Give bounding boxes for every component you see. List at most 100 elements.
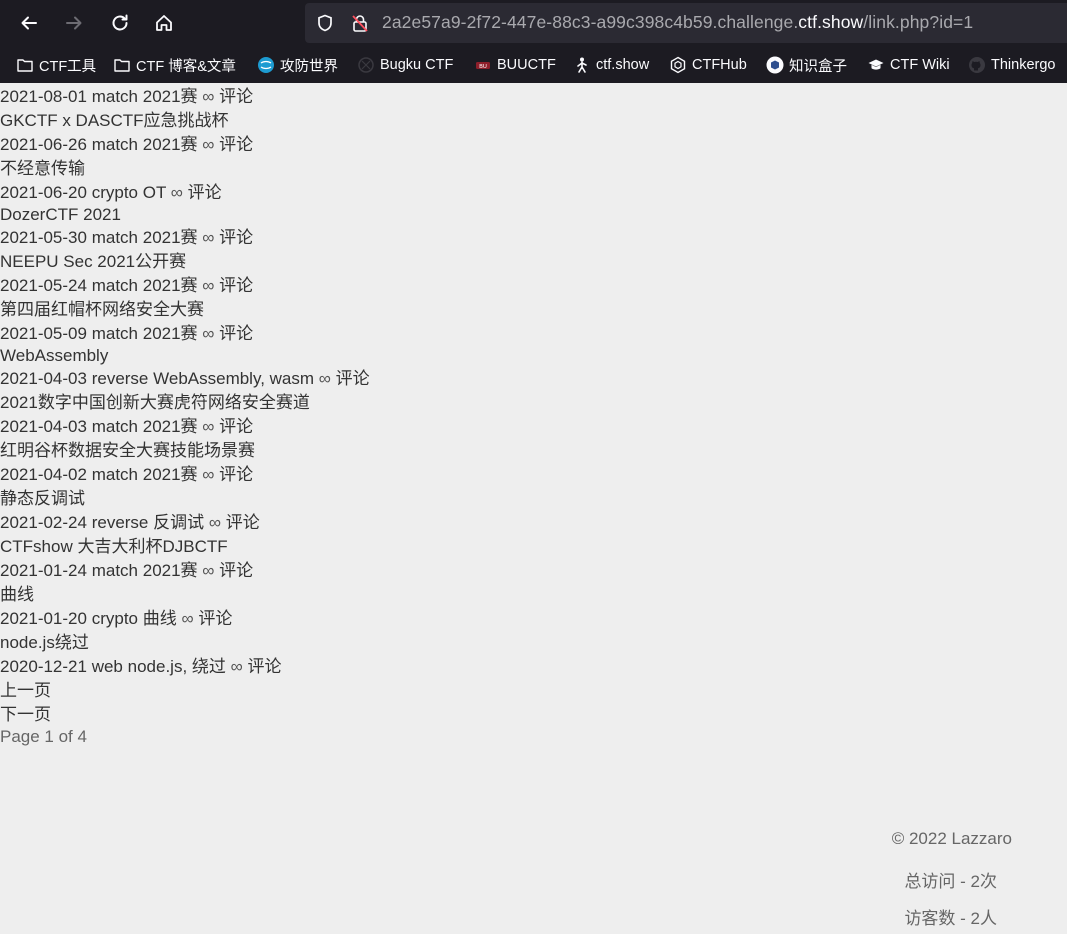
post-tag-link[interactable]: 2021赛 <box>143 561 198 580</box>
comment-link[interactable]: 评论 <box>219 561 253 580</box>
bookmark-ctfhub[interactable]: CTFHub <box>669 54 747 76</box>
home-icon <box>156 15 172 31</box>
post-meta: 2020-12-21 web node.js, 绕过 ∞ 评论 <box>0 655 281 679</box>
infinity-symbol: ∞ <box>202 228 215 247</box>
next-page-link[interactable]: 下一页 <box>0 703 51 727</box>
comment-link[interactable]: 评论 <box>219 87 253 106</box>
bookmark-buuctf[interactable]: BU BUUCTF <box>474 54 556 76</box>
post-title-link[interactable]: 2021数字中国创新大赛虎符网络安全赛道 <box>0 391 310 415</box>
address-bar[interactable]: 2a2e57a9-2f72-447e-88c3-a99c398c4b59.cha… <box>305 3 1067 43</box>
post-category-link[interactable]: match <box>92 417 138 436</box>
post-meta: 2021-06-20 crypto OT ∞ 评论 <box>0 181 222 205</box>
comment-link[interactable]: 评论 <box>219 465 253 484</box>
post-category-link[interactable]: reverse <box>92 513 149 532</box>
infinity-symbol: ∞ <box>181 609 194 628</box>
post-tag-link[interactable]: 2021赛 <box>143 135 198 154</box>
post-category-link[interactable]: match <box>92 465 138 484</box>
comment-link[interactable]: 评论 <box>219 276 253 295</box>
post-category-link[interactable]: crypto <box>92 609 138 628</box>
comment-link[interactable]: 评论 <box>219 417 253 436</box>
post-category-link[interactable]: match <box>92 324 138 343</box>
bookmark-thinkergo[interactable]: Thinkergo <box>968 54 1055 76</box>
url-prefix: 2a2e57a9-2f72-447e-88c3-a99c398c4b59.cha… <box>382 12 799 32</box>
infinity-symbol: ∞ <box>202 324 215 343</box>
bookmark-ctf-wiki[interactable]: CTF Wiki <box>867 54 950 76</box>
shield-icon[interactable] <box>315 13 335 33</box>
bookmark-adworld[interactable]: 攻防世界 <box>257 54 338 76</box>
bookmark-bugku[interactable]: Bugku CTF <box>357 54 453 76</box>
post-meta: 2021-01-20 crypto 曲线 ∞ 评论 <box>0 607 232 631</box>
post-tag-link[interactable]: 2021赛 <box>143 465 198 484</box>
post-tag-link[interactable]: node.js, 绕过 <box>128 657 226 676</box>
post-date: 2021-06-20 <box>0 183 87 202</box>
post-title-link[interactable]: 不经意传输 <box>0 157 85 181</box>
comment-link[interactable]: 评论 <box>336 369 370 388</box>
prev-page-link[interactable]: 上一页 <box>0 679 51 703</box>
home-button[interactable] <box>148 7 180 39</box>
comment-link[interactable]: 评论 <box>188 183 222 202</box>
arrow-right-icon <box>66 16 82 30</box>
post-date: 2021-01-20 <box>0 609 87 628</box>
post-category-link[interactable]: match <box>92 228 138 247</box>
bookmark-ctfshow[interactable]: ctf.show <box>573 54 649 76</box>
post-category-link[interactable]: match <box>92 561 138 580</box>
post-meta: 2021-01-24 match 2021赛 ∞ 评论 <box>0 559 253 583</box>
comment-link[interactable]: 评论 <box>226 513 260 532</box>
post-category-link[interactable]: crypto <box>92 183 138 202</box>
infinity-symbol: ∞ <box>208 513 221 532</box>
infinity-symbol: ∞ <box>202 87 215 106</box>
bookmark-label: 攻防世界 <box>280 58 338 75</box>
bookmark-ctf-blogs[interactable]: CTF 博客&文章 <box>113 54 236 76</box>
folder-icon <box>16 56 34 74</box>
infinity-symbol: ∞ <box>230 657 243 676</box>
reload-icon <box>112 14 128 31</box>
post-category-link[interactable]: web <box>92 657 123 676</box>
forward-button[interactable] <box>58 7 90 39</box>
post-title-link[interactable]: DozerCTF 2021 <box>0 203 121 227</box>
comment-link[interactable]: 评论 <box>219 228 253 247</box>
post-title-link[interactable]: 曲线 <box>0 583 34 607</box>
post-category-link[interactable]: match <box>92 87 138 106</box>
post-tag-link[interactable]: OT <box>143 183 166 202</box>
bookmark-knowledge-box[interactable]: 知识盒子 <box>766 54 847 76</box>
reload-button[interactable] <box>104 7 136 39</box>
post-meta: 2021-04-03 reverse WebAssembly, wasm ∞ 评… <box>0 367 370 391</box>
post-tag-link[interactable]: 2021赛 <box>143 276 198 295</box>
footer-copyright: © 2022 Lazzaro <box>891 829 1012 848</box>
post-tag-link[interactable]: 2021赛 <box>143 228 198 247</box>
post-title-link[interactable]: 第四届红帽杯网络安全大赛 <box>0 298 204 322</box>
bookmark-ctf-tools[interactable]: CTF工具 <box>16 54 96 76</box>
buuctf-icon: BU <box>474 56 492 74</box>
post-tag-link[interactable]: 2021赛 <box>143 87 198 106</box>
post-date: 2021-04-02 <box>0 465 87 484</box>
bookmarks-bar: CTF工具 CTF 博客&文章 攻防世界 Bugku CTF BU BUUCTF… <box>0 46 1067 83</box>
globe-icon <box>257 56 275 74</box>
bookmark-label: CTFHub <box>692 57 747 73</box>
comment-link[interactable]: 评论 <box>198 609 232 628</box>
comment-link[interactable]: 评论 <box>219 135 253 154</box>
infinity-symbol: ∞ <box>202 135 215 154</box>
post-title-link[interactable]: NEEPU Sec 2021公开赛 <box>0 250 186 274</box>
post-title-link[interactable]: GKCTF x DASCTF应急挑战杯 <box>0 109 229 133</box>
post-category-link[interactable]: match <box>92 276 138 295</box>
post-title-link[interactable]: 红明谷杯数据安全大赛技能场景赛 <box>0 439 255 463</box>
back-button[interactable] <box>13 7 45 39</box>
insecure-lock-icon[interactable] <box>350 13 370 33</box>
post-tag-link[interactable]: 2021赛 <box>143 417 198 436</box>
post-tag-link[interactable]: 2021赛 <box>143 324 198 343</box>
post-title-link[interactable]: 静态反调试 <box>0 487 85 511</box>
post-tag-link[interactable]: 反调试 <box>153 513 204 532</box>
comment-link[interactable]: 评论 <box>247 657 281 676</box>
post-title-link[interactable]: node.js绕过 <box>0 631 89 655</box>
post-title-link[interactable]: WebAssembly <box>0 344 108 368</box>
post-category-link[interactable]: match <box>92 135 138 154</box>
url-text[interactable]: 2a2e57a9-2f72-447e-88c3-a99c398c4b59.cha… <box>382 12 973 33</box>
comment-link[interactable]: 评论 <box>219 324 253 343</box>
page-info: Page 1 of 4 <box>0 727 87 746</box>
post-title-link[interactable]: CTFshow 大吉大利杯DJBCTF <box>0 535 228 559</box>
post-date: 2021-06-26 <box>0 135 87 154</box>
post-tag-link[interactable]: WebAssembly, wasm <box>153 369 314 388</box>
post-meta: 2021-05-24 match 2021赛 ∞ 评论 <box>0 274 253 298</box>
post-category-link[interactable]: reverse <box>92 369 149 388</box>
post-tag-link[interactable]: 曲线 <box>143 609 177 628</box>
